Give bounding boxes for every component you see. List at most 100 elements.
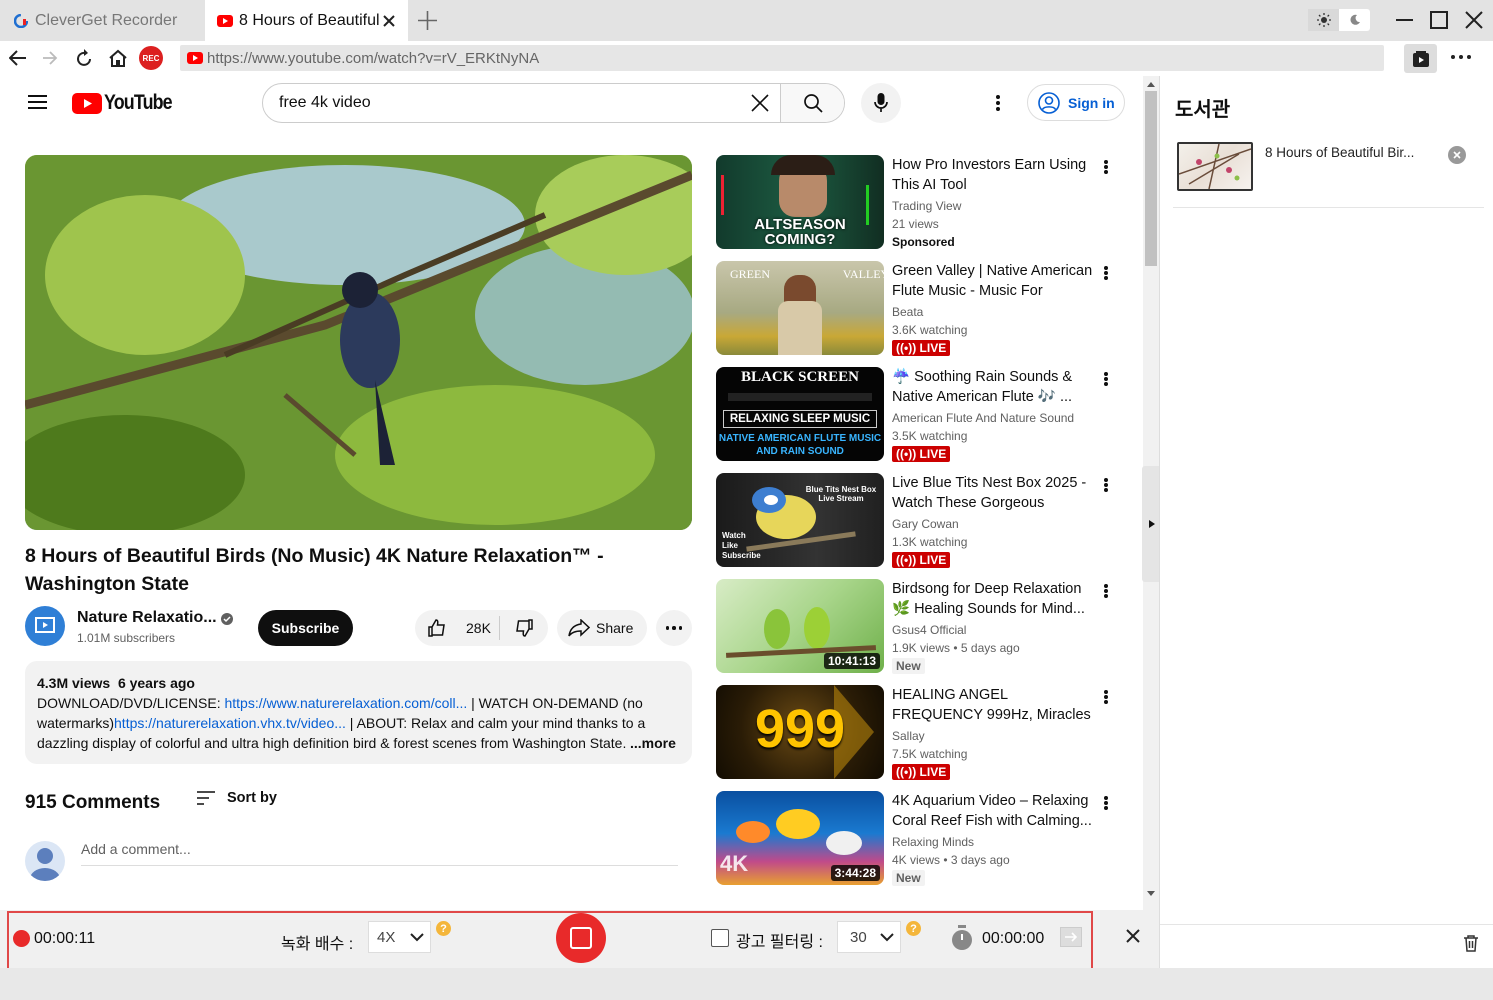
comment-input[interactable]: Add a comment...	[81, 841, 678, 866]
ad-filter-checkbox[interactable]	[711, 929, 729, 947]
clear-search-icon[interactable]	[740, 84, 780, 122]
forward-icon[interactable]	[42, 51, 58, 70]
timer-icon[interactable]	[950, 925, 974, 956]
recommendation-item[interactable]: 999 HEALING ANGEL FREQUENCY 999Hz, Mirac…	[716, 685, 1121, 781]
library-item-thumbnail[interactable]	[1177, 142, 1253, 191]
kebab-menu-icon[interactable]	[1097, 687, 1115, 707]
recommendation-channel[interactable]: Sallay	[892, 729, 925, 743]
search-button[interactable]	[780, 84, 844, 122]
scrollbar-thumb[interactable]	[1145, 91, 1157, 266]
recommendation-title[interactable]: ☔ Soothing Rain Sounds & Native American…	[892, 367, 1097, 407]
description-line-2: watermarks)https://naturerelaxation.vhx.…	[37, 713, 680, 733]
description-link[interactable]: https://naturerelaxation.vhx.tv/video...	[114, 715, 346, 731]
recommendation-title[interactable]: Live Blue Tits Nest Box 2025 - Watch The…	[892, 473, 1097, 513]
channel-name[interactable]: Nature Relaxatio...	[77, 609, 217, 627]
timer-go-button[interactable]	[1060, 927, 1082, 947]
hamburger-menu-icon[interactable]	[28, 95, 47, 109]
recommendation-title[interactable]: HEALING ANGEL FREQUENCY 999Hz, Miracles …	[892, 685, 1097, 725]
sun-icon[interactable]	[1308, 9, 1339, 31]
new-tab-icon[interactable]	[417, 10, 438, 36]
description-box[interactable]: 4.3M views 6 years ago DOWNLOAD/DVD/LICE…	[25, 661, 692, 764]
scroll-down-icon[interactable]	[1147, 891, 1155, 896]
minimize-icon[interactable]	[1396, 19, 1413, 21]
recommendation-title[interactable]: How Pro Investors Earn Using This AI Too…	[892, 155, 1097, 195]
live-badge: ((•)) LIVE	[892, 764, 951, 780]
url-field[interactable]: https://www.youtube.com/watch?v=rV_ERKtN…	[180, 45, 1384, 71]
recommendation-item[interactable]: GREEN VALLEY Green Valley | Native Ameri…	[716, 261, 1121, 357]
recommendation-channel[interactable]: Relaxing Minds	[892, 835, 974, 849]
recommendation-channel[interactable]: Beata	[892, 305, 923, 319]
share-button[interactable]: Share	[557, 610, 647, 646]
library-item-title[interactable]: 8 Hours of Beautiful Bir...	[1265, 145, 1414, 160]
speed-select[interactable]: 4X	[368, 921, 431, 953]
recommendation-item[interactable]: 4K 3:44:28 4K Aquarium Video – Relaxing …	[716, 791, 1121, 887]
recommendation-channel[interactable]: Gsus4 Official	[892, 623, 966, 637]
video-thumbnail[interactable]: GREEN VALLEY	[716, 261, 884, 355]
kebab-menu-icon[interactable]	[1097, 581, 1115, 601]
kebab-menu-icon[interactable]	[1097, 157, 1115, 177]
description-link[interactable]: https://www.naturerelaxation.com/coll...	[224, 695, 467, 711]
library-item[interactable]: 8 Hours of Beautiful Bir...	[1173, 132, 1484, 208]
recommendation-channel[interactable]: American Flute And Nature Sound	[892, 411, 1074, 425]
video-frame-bird	[25, 155, 692, 530]
channel-avatar[interactable]	[25, 606, 65, 646]
recommendation-title[interactable]: 4K Aquarium Video – Relaxing Coral Reef …	[892, 791, 1097, 831]
rec-button[interactable]: REC	[139, 46, 163, 70]
rec-label: REC	[142, 53, 160, 63]
kebab-menu-icon[interactable]	[1097, 263, 1115, 283]
kebab-menu-icon[interactable]	[1097, 793, 1115, 813]
video-thumbnail[interactable]: 4K 3:44:28	[716, 791, 884, 885]
video-thumbnail[interactable]: BLACK SCREEN RELAXING SLEEP MUSIC NATIVE…	[716, 367, 884, 461]
speed-help-icon[interactable]: ?	[436, 921, 451, 936]
search-box[interactable]: free 4k video	[262, 83, 845, 123]
video-thumbnail[interactable]: 10:41:13	[716, 579, 884, 673]
recommendation-channel[interactable]: Gary Cowan	[892, 517, 959, 531]
close-window-icon[interactable]	[1465, 11, 1483, 34]
video-thumbnail[interactable]: ALTSEASON COMING?	[716, 155, 884, 249]
download-panel-icon[interactable]	[1404, 44, 1437, 73]
back-icon[interactable]	[8, 50, 27, 71]
home-icon[interactable]	[108, 49, 128, 72]
youtube-logo[interactable]: YouTube	[72, 91, 184, 115]
recommendation-item[interactable]: ALTSEASON COMING? How Pro Investors Earn…	[716, 155, 1121, 251]
settings-kebab-icon[interactable]	[996, 95, 1000, 111]
subscribe-button[interactable]: Subscribe	[258, 610, 353, 646]
more-actions-button[interactable]	[656, 610, 692, 646]
sign-in-button[interactable]: Sign in	[1027, 84, 1125, 121]
remove-item-icon[interactable]	[1448, 146, 1466, 164]
recommendation-item[interactable]: BLACK SCREEN RELAXING SLEEP MUSIC NATIVE…	[716, 367, 1121, 463]
recommendation-item[interactable]: 10:41:13 Birdsong for Deep Relaxation 🌿 …	[716, 579, 1121, 675]
like-button[interactable]: 28K	[415, 616, 500, 640]
ad-filter-select[interactable]: 30	[837, 921, 901, 953]
video-thumbnail[interactable]: Blue Tits Nest Box Live Stream Watch Lik…	[716, 473, 884, 567]
stop-record-button[interactable]	[556, 913, 606, 963]
kebab-menu-icon[interactable]	[1097, 475, 1115, 495]
scroll-up-icon[interactable]	[1147, 82, 1155, 87]
video-player[interactable]	[25, 155, 692, 530]
trash-icon[interactable]	[1463, 934, 1479, 957]
recommendation-channel[interactable]: Trading View	[892, 199, 961, 213]
more-link[interactable]: ...more	[630, 733, 676, 753]
sort-button[interactable]: Sort by	[196, 790, 277, 806]
reload-icon[interactable]	[76, 49, 93, 72]
video-thumbnail[interactable]: 999	[716, 685, 884, 779]
voice-search-button[interactable]	[861, 83, 901, 123]
moon-icon[interactable]	[1339, 9, 1370, 31]
panel-collapse-handle[interactable]	[1142, 466, 1159, 582]
recommendation-item[interactable]: Blue Tits Nest Box Live Stream Watch Lik…	[716, 473, 1121, 569]
recommendation-title[interactable]: Birdsong for Deep Relaxation 🌿 Healing S…	[892, 579, 1097, 619]
tab-close-icon[interactable]	[383, 14, 395, 27]
dislike-button[interactable]	[500, 618, 548, 638]
close-recorder-icon[interactable]	[1126, 929, 1140, 948]
search-input[interactable]: free 4k video	[263, 84, 740, 122]
more-menu-icon[interactable]	[1451, 55, 1471, 59]
kebab-menu-icon[interactable]	[1097, 369, 1115, 389]
expand-arrow-icon	[1149, 520, 1155, 528]
recommendation-title[interactable]: Green Valley | Native American Flute Mus…	[892, 261, 1097, 301]
theme-toggle[interactable]	[1308, 9, 1370, 31]
ad-filter-help-icon[interactable]: ?	[906, 921, 921, 936]
tab-youtube-video[interactable]: 8 Hours of Beautiful	[205, 0, 408, 41]
tab-cleverget[interactable]: CleverGet Recorder	[0, 0, 205, 41]
recommendation-views: 4K views • 3 days ago	[892, 853, 1010, 867]
maximize-icon[interactable]	[1430, 11, 1448, 29]
